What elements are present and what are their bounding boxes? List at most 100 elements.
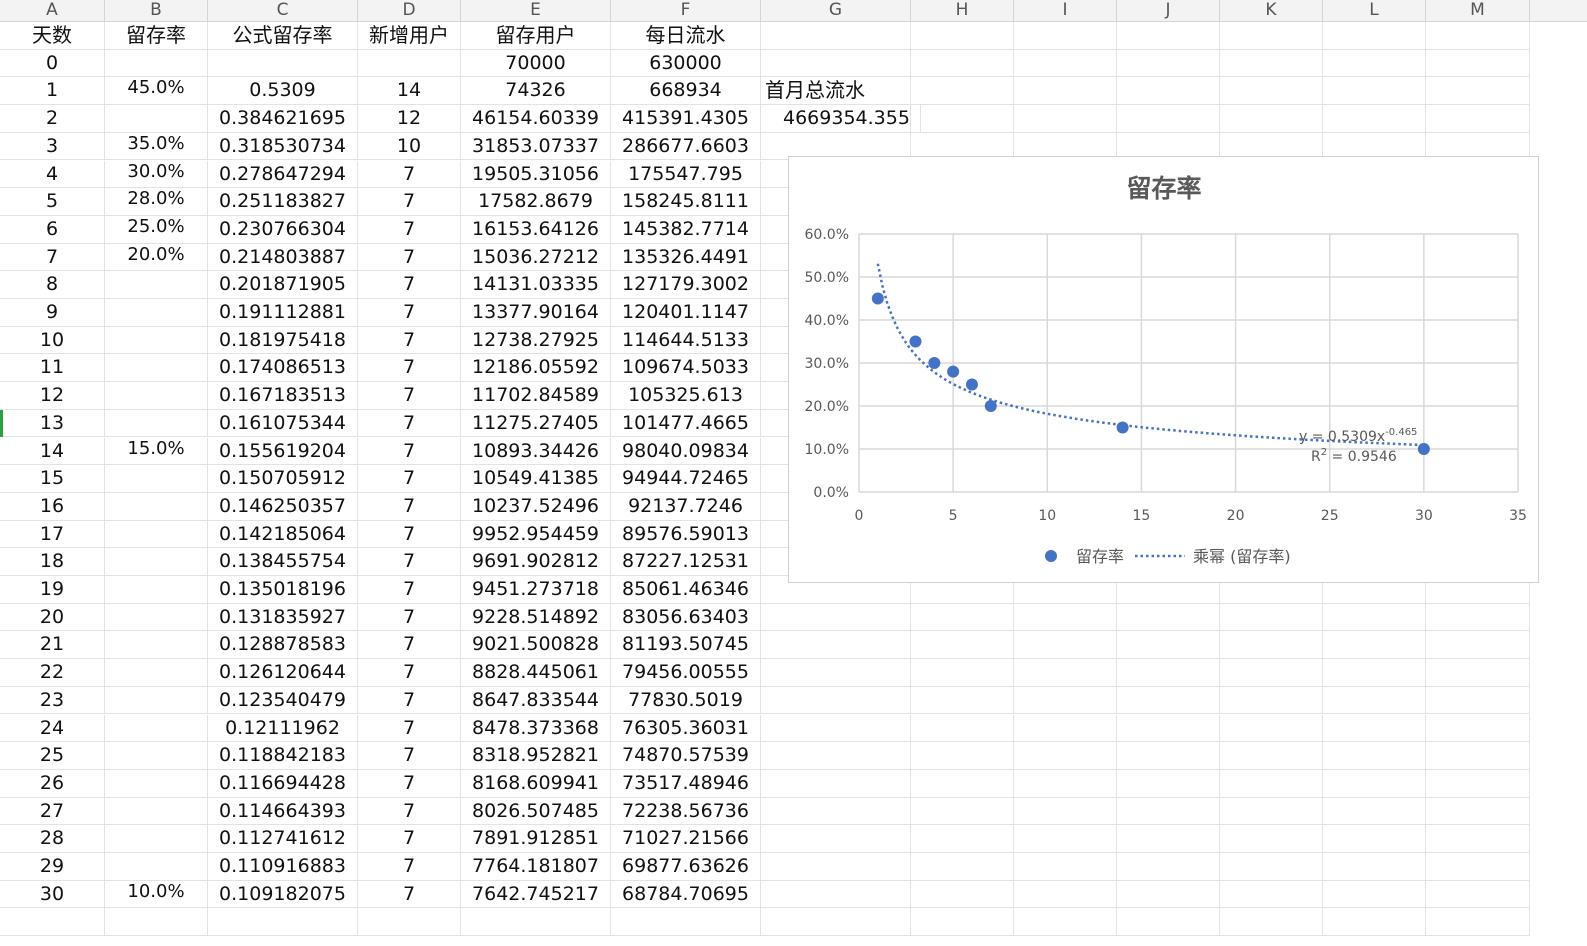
table-cell[interactable]: 92137.7246 bbox=[611, 492, 761, 521]
column-header-f[interactable]: F bbox=[611, 0, 761, 21]
cell[interactable] bbox=[761, 880, 911, 909]
cell[interactable] bbox=[1323, 603, 1426, 632]
table-cell[interactable]: 0.278647294 bbox=[208, 160, 358, 189]
cell[interactable] bbox=[1117, 49, 1220, 78]
cell[interactable] bbox=[1117, 22, 1220, 50]
table-cell[interactable]: 0.318530734 bbox=[208, 132, 358, 161]
header-cell[interactable]: 每日流水 bbox=[611, 22, 761, 50]
cell[interactable] bbox=[1220, 631, 1323, 660]
table-cell[interactable]: 668934 bbox=[611, 77, 761, 106]
table-cell[interactable]: 19 bbox=[0, 576, 105, 604]
table-cell[interactable]: 7 bbox=[358, 603, 461, 632]
cell[interactable] bbox=[911, 908, 1014, 937]
cell[interactable] bbox=[1014, 49, 1117, 78]
table-cell[interactable]: 10.0% bbox=[105, 880, 208, 909]
table-cell[interactable]: 105325.613 bbox=[611, 382, 761, 410]
table-cell[interactable]: 11275.27405 bbox=[461, 409, 611, 438]
cell[interactable] bbox=[1426, 769, 1530, 798]
table-cell[interactable]: 85061.46346 bbox=[611, 576, 761, 604]
column-header-b[interactable]: B bbox=[105, 0, 208, 21]
cell[interactable] bbox=[911, 603, 1014, 632]
table-cell[interactable]: 89576.59013 bbox=[611, 520, 761, 549]
header-cell[interactable]: 留存率 bbox=[105, 22, 208, 50]
cell[interactable] bbox=[1014, 603, 1117, 632]
table-cell[interactable]: 7 bbox=[358, 576, 461, 604]
table-cell[interactable]: 0.230766304 bbox=[208, 215, 358, 244]
table-cell[interactable]: 13377.90164 bbox=[461, 299, 611, 327]
table-cell[interactable] bbox=[105, 326, 208, 355]
cell[interactable] bbox=[1426, 825, 1530, 853]
table-cell[interactable]: 7891.912851 bbox=[461, 825, 611, 853]
table-cell[interactable]: 8647.833544 bbox=[461, 686, 611, 715]
table-cell[interactable]: 7 bbox=[358, 686, 461, 715]
table-cell[interactable]: 8026.507485 bbox=[461, 797, 611, 826]
table-cell[interactable]: 20 bbox=[0, 603, 105, 632]
column-header-d[interactable]: D bbox=[358, 0, 461, 21]
cell[interactable] bbox=[1117, 686, 1220, 715]
table-cell[interactable]: 10549.41385 bbox=[461, 465, 611, 493]
table-cell[interactable]: 0.167183513 bbox=[208, 382, 358, 410]
cell[interactable] bbox=[911, 22, 1014, 50]
cell[interactable] bbox=[1014, 631, 1117, 660]
table-cell[interactable]: 0.191112881 bbox=[208, 299, 358, 327]
table-cell[interactable]: 29 bbox=[0, 853, 105, 881]
table-cell[interactable] bbox=[105, 825, 208, 853]
table-cell[interactable]: 7 bbox=[358, 880, 461, 909]
cell[interactable] bbox=[1220, 908, 1323, 937]
table-cell[interactable]: 8828.445061 bbox=[461, 659, 611, 687]
table-cell[interactable]: 77830.5019 bbox=[611, 686, 761, 715]
cell[interactable] bbox=[1323, 49, 1426, 78]
table-cell[interactable] bbox=[105, 742, 208, 770]
cell[interactable] bbox=[1014, 825, 1117, 853]
cell[interactable] bbox=[911, 853, 1014, 881]
cell[interactable] bbox=[1014, 659, 1117, 687]
cell[interactable] bbox=[1117, 631, 1220, 660]
table-cell[interactable]: 415391.4305 bbox=[611, 105, 761, 133]
table-cell[interactable]: 7 bbox=[358, 326, 461, 355]
table-cell[interactable]: 0.174086513 bbox=[208, 354, 358, 383]
table-cell[interactable]: 7 bbox=[358, 825, 461, 853]
table-cell[interactable]: 0.131835927 bbox=[208, 603, 358, 632]
table-cell[interactable]: 10237.52496 bbox=[461, 492, 611, 521]
column-header-e[interactable]: E bbox=[461, 0, 611, 21]
table-cell[interactable]: 7 bbox=[358, 631, 461, 660]
cell[interactable] bbox=[1117, 880, 1220, 909]
cell[interactable] bbox=[1426, 49, 1530, 78]
table-cell[interactable]: 12738.27925 bbox=[461, 326, 611, 355]
cell[interactable] bbox=[911, 686, 1014, 715]
cell[interactable] bbox=[911, 659, 1014, 687]
header-cell[interactable]: 新增用户 bbox=[358, 22, 461, 50]
cell[interactable] bbox=[1220, 22, 1323, 50]
table-cell[interactable]: 16153.64126 bbox=[461, 215, 611, 244]
table-cell[interactable]: 74326 bbox=[461, 77, 611, 106]
table-cell[interactable] bbox=[105, 520, 208, 549]
cell[interactable] bbox=[761, 825, 911, 853]
table-cell[interactable]: 9952.954459 bbox=[461, 520, 611, 549]
table-cell[interactable]: 0.123540479 bbox=[208, 686, 358, 715]
cell[interactable] bbox=[611, 908, 761, 937]
table-cell[interactable]: 7 bbox=[358, 769, 461, 798]
table-cell[interactable] bbox=[105, 271, 208, 299]
table-cell[interactable]: 70000 bbox=[461, 49, 611, 78]
table-cell[interactable]: 0.150705912 bbox=[208, 465, 358, 493]
table-cell[interactable]: 46154.60339 bbox=[461, 105, 611, 133]
table-cell[interactable]: 17 bbox=[0, 520, 105, 549]
header-cell[interactable]: 天数 bbox=[0, 22, 105, 50]
cell[interactable] bbox=[461, 908, 611, 937]
cell[interactable] bbox=[1426, 603, 1530, 632]
cell[interactable] bbox=[1220, 603, 1323, 632]
table-cell[interactable]: 0 bbox=[0, 49, 105, 78]
cell[interactable] bbox=[1014, 22, 1117, 50]
cell[interactable] bbox=[761, 853, 911, 881]
cell[interactable] bbox=[1323, 853, 1426, 881]
cell[interactable] bbox=[1014, 769, 1117, 798]
table-cell[interactable]: 4 bbox=[0, 160, 105, 189]
column-header-m[interactable]: M bbox=[1426, 0, 1530, 21]
cell[interactable] bbox=[1323, 880, 1426, 909]
table-cell[interactable]: 15 bbox=[0, 465, 105, 493]
table-cell[interactable]: 0.118842183 bbox=[208, 742, 358, 770]
cell[interactable] bbox=[1426, 714, 1530, 743]
table-cell[interactable]: 7 bbox=[358, 659, 461, 687]
cell[interactable] bbox=[761, 686, 911, 715]
table-cell[interactable] bbox=[105, 409, 208, 438]
